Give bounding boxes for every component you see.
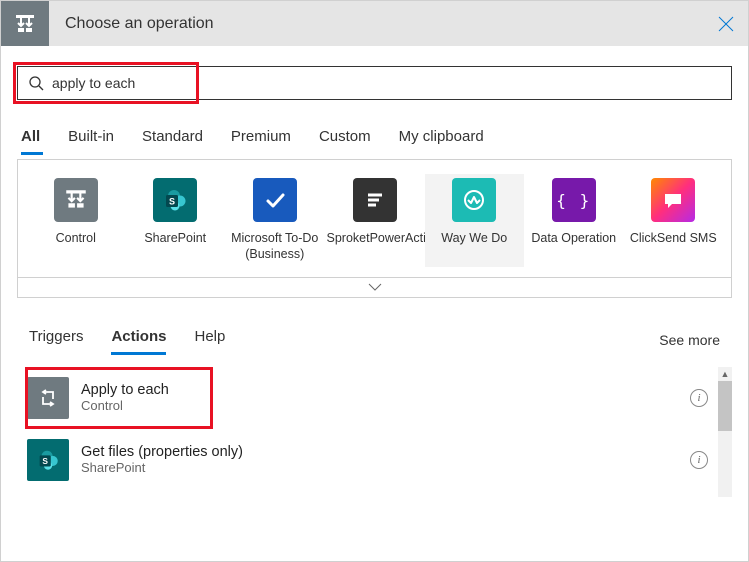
control-icon [54, 178, 98, 222]
connector-label: Microsoft To-Do (Business) [227, 230, 323, 263]
tab-all[interactable]: All [21, 128, 40, 153]
chevron-down-icon [368, 283, 382, 291]
search-input[interactable] [44, 75, 721, 91]
connector-sharepoint[interactable]: S SharePoint [126, 174, 226, 267]
loop-icon [27, 377, 69, 419]
action-title: Apply to each [81, 382, 690, 398]
info-icon[interactable]: i [690, 451, 708, 469]
tab-built-in[interactable]: Built-in [68, 128, 114, 153]
tab-premium[interactable]: Premium [231, 128, 291, 153]
info-icon[interactable]: i [690, 389, 708, 407]
tab-my-clipboard[interactable]: My clipboard [399, 128, 484, 153]
tab-custom[interactable]: Custom [319, 128, 371, 153]
see-more-link[interactable]: See more [659, 332, 720, 348]
dialog-header: Choose an operation [1, 1, 748, 46]
connector-control[interactable]: Control [26, 174, 126, 267]
waywedo-icon [452, 178, 496, 222]
sproket-icon [353, 178, 397, 222]
connector-label: Control [28, 230, 124, 246]
connector-clicksend[interactable]: ClickSend SMS [624, 174, 724, 267]
connector-dataop[interactable]: { } Data Operation [524, 174, 624, 267]
action-title: Get files (properties only) [81, 444, 690, 460]
action-apply-to-each[interactable]: Apply to each Control i [17, 367, 718, 429]
connector-label: Data Operation [526, 230, 622, 246]
scroll-up-button[interactable]: ▲ [718, 367, 732, 381]
sharepoint-icon: S [153, 178, 197, 222]
connector-label: ClickSend SMS [626, 230, 722, 246]
connector-panel: Control S SharePoint [17, 159, 732, 278]
action-subtitle: SharePoint [81, 460, 690, 475]
category-tabs: All Built-in Standard Premium Custom My … [17, 128, 732, 153]
svg-text:S: S [169, 197, 175, 207]
connector-label: SharePoint [128, 230, 224, 246]
action-list: Apply to each Control i S Get files (pro… [17, 367, 732, 491]
scrollbar[interactable]: ▲ [718, 367, 732, 497]
search-icon [28, 75, 44, 91]
search-container [17, 66, 732, 100]
action-tabs-header: Triggers Actions Help See more [17, 328, 732, 353]
connector-label: Way We Do [427, 230, 523, 246]
dataop-icon: { } [552, 178, 596, 222]
expand-connectors-button[interactable] [17, 278, 732, 298]
connector-mstodo[interactable]: Microsoft To-Do (Business) [225, 174, 325, 267]
mstodo-icon [253, 178, 297, 222]
scroll-thumb[interactable] [718, 381, 732, 431]
close-button[interactable] [704, 1, 748, 46]
svg-text:S: S [42, 456, 48, 466]
action-subtitle: Control [81, 398, 690, 413]
connector-sproket[interactable]: SproketPowerActions [325, 174, 425, 267]
tab-help[interactable]: Help [194, 328, 225, 353]
dialog-title: Choose an operation [49, 15, 704, 33]
connector-label: SproketPowerActions [327, 230, 423, 246]
operation-icon [1, 1, 49, 46]
connector-waywedo[interactable]: Way We Do [425, 174, 525, 267]
search-box[interactable] [17, 66, 732, 100]
tab-standard[interactable]: Standard [142, 128, 203, 153]
tab-triggers[interactable]: Triggers [29, 328, 83, 353]
action-get-files[interactable]: S Get files (properties only) SharePoint… [17, 429, 718, 491]
tab-actions[interactable]: Actions [111, 328, 166, 353]
sharepoint-icon: S [27, 439, 69, 481]
clicksend-icon [651, 178, 695, 222]
